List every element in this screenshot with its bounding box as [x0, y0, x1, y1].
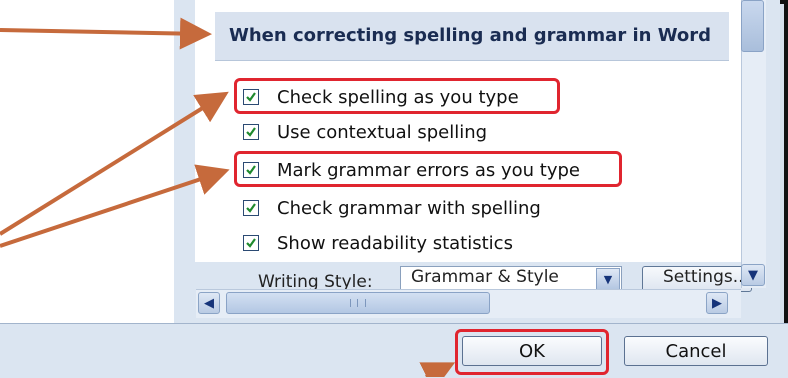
arrow-to-check-spelling	[0, 91, 229, 236]
arrow-to-ok-button	[419, 362, 456, 377]
arrow-to-section-header	[0, 17, 212, 50]
arrow-to-mark-grammar	[0, 164, 230, 248]
annotation-arrows	[0, 17, 456, 377]
